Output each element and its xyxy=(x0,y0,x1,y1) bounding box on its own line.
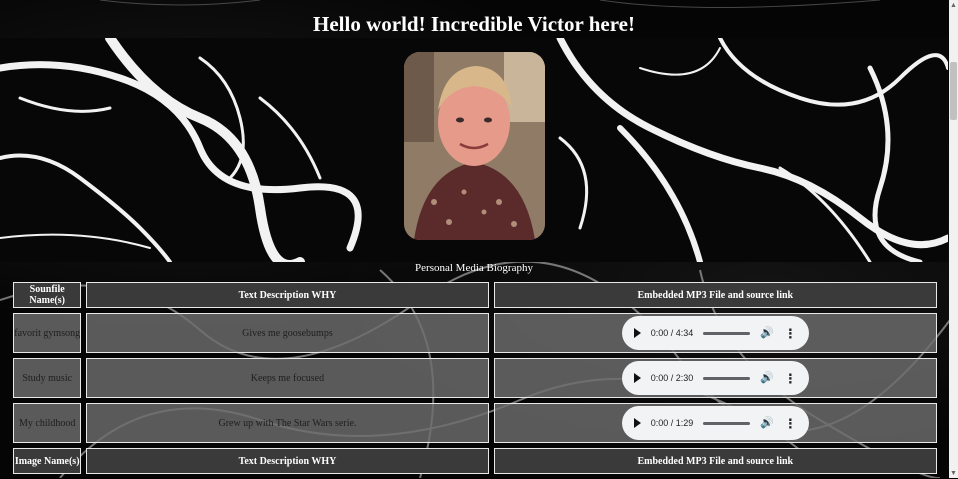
audio-player[interactable]: 0:00 / 1:29 🔊 ⋮ xyxy=(621,406,809,440)
table-row: My childhood Grew up with The Star Wars … xyxy=(13,403,937,443)
scroll-thumb[interactable] xyxy=(950,62,957,120)
play-icon[interactable] xyxy=(633,373,641,383)
more-options-icon[interactable]: ⋮ xyxy=(784,372,797,385)
volume-icon[interactable]: 🔊 xyxy=(760,417,774,429)
more-options-icon[interactable]: ⋮ xyxy=(784,327,797,340)
audio-cell: 0:00 / 2:30 🔊 ⋮ xyxy=(493,358,937,398)
column-header-description: Text Description WHY xyxy=(86,282,489,308)
column-header-soundfile-name: Sounfile Name(s) xyxy=(13,282,82,308)
description-cell: Keeps me focused xyxy=(86,358,489,398)
vertical-scrollbar[interactable]: ▲ ▼ xyxy=(949,0,958,478)
audio-time: 0:00 / 4:34 xyxy=(650,328,694,338)
table-row: favorit gymsong Gives me goosebumps 0:00… xyxy=(13,313,937,353)
table-row: Study music Keeps me focused 0:00 / 2:30… xyxy=(13,358,937,398)
audio-cell: 0:00 / 1:29 🔊 ⋮ xyxy=(493,403,937,443)
play-icon[interactable] xyxy=(633,328,641,338)
soundfile-name-cell: favorit gymsong xyxy=(13,313,82,353)
scroll-down-arrow-icon[interactable]: ▼ xyxy=(949,468,958,478)
table-header-row: Image Name(s) Text Description WHY Embed… xyxy=(13,448,937,474)
column-header-embedded-mp3: Embedded MP3 File and source link xyxy=(493,448,937,474)
audio-time: 0:00 / 2:30 xyxy=(650,373,694,383)
audio-cell: 0:00 / 4:34 🔊 ⋮ xyxy=(493,313,937,353)
soundfile-name-cell: Study music xyxy=(13,358,82,398)
volume-icon[interactable]: 🔊 xyxy=(760,372,774,384)
audio-progress-bar[interactable] xyxy=(703,421,751,425)
column-header-image-name: Image Name(s) xyxy=(13,448,82,474)
audio-progress-bar[interactable] xyxy=(703,376,751,380)
scroll-up-arrow-icon[interactable]: ▲ xyxy=(949,0,958,10)
column-header-embedded-mp3: Embedded MP3 File and source link xyxy=(493,282,937,308)
audio-player[interactable]: 0:00 / 4:34 🔊 ⋮ xyxy=(621,316,809,350)
profile-photo xyxy=(404,52,545,240)
media-table: Sounfile Name(s) Text Description WHY Em… xyxy=(8,277,942,479)
soundfile-name-cell: My childhood xyxy=(13,403,82,443)
page-title: Hello world! Incredible Victor here! xyxy=(313,12,635,36)
audio-player[interactable]: 0:00 / 2:30 🔊 ⋮ xyxy=(621,361,809,395)
audio-time: 0:00 / 1:29 xyxy=(650,418,694,428)
more-options-icon[interactable]: ⋮ xyxy=(784,417,797,430)
audio-progress-bar[interactable] xyxy=(703,331,751,335)
description-cell: Grew up with The Star Wars serie. xyxy=(86,403,489,443)
table-header-row: Sounfile Name(s) Text Description WHY Em… xyxy=(13,282,937,308)
description-cell: Gives me goosebumps xyxy=(86,313,489,353)
column-header-description: Text Description WHY xyxy=(86,448,489,474)
volume-icon[interactable]: 🔊 xyxy=(760,327,774,339)
hero-caption: Personal Media Biography xyxy=(415,262,533,274)
play-icon[interactable] xyxy=(633,418,641,428)
